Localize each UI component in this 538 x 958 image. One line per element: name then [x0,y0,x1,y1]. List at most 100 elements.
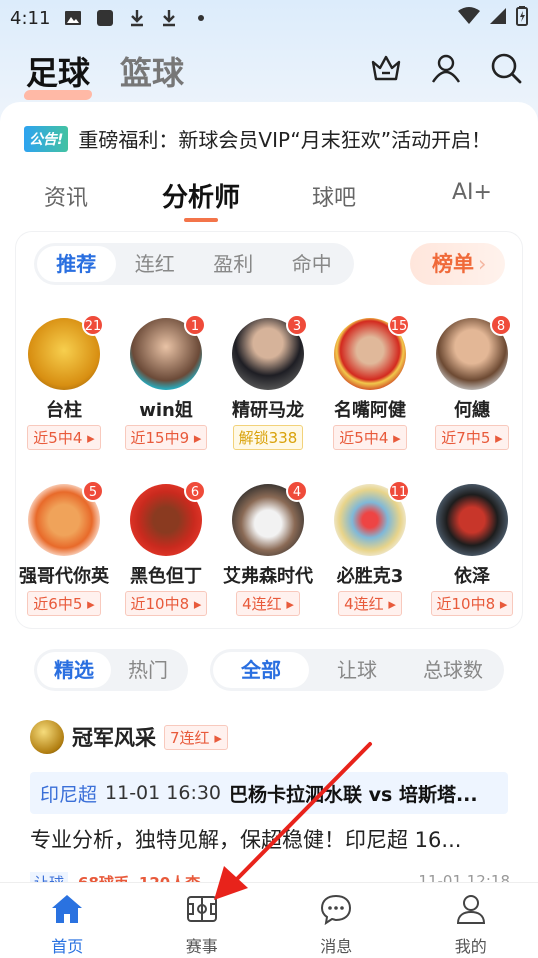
analyst-name: 台柱 [46,400,82,421]
post-count-badge: 1 [184,314,206,336]
analyst-card[interactable]: 依泽 近10中8 ▸ [422,484,522,616]
match-teams: 巴杨卡拉泗水联 vs 培斯塔... [229,783,478,806]
feed-filter-left: 精选 热门 [34,649,188,691]
analyst-name: 黑色但丁 [130,566,202,587]
home-icon [50,893,84,929]
user-icon[interactable] [428,50,464,86]
tab-matches[interactable]: 赛事 [135,883,270,958]
post-count-badge: 4 [286,480,308,502]
analyst-card[interactable]: 6 黑色但丁 近10中8 ▸ [116,480,216,616]
tab-label: 消息 [320,937,353,956]
avatar: 4 [232,480,308,556]
analyst-card[interactable]: 3 精研马龙 解锁338 [218,314,318,450]
analyst-name: 名嘴阿健 [334,400,406,421]
record-tag: 近10中8 ▸ [124,591,208,616]
chevron-right-icon: › [478,252,487,276]
download-icon [160,9,178,27]
post-match-info[interactable]: 印尼超 11-01 16:30 巴杨卡拉泗水联 vs 培斯塔... [30,772,508,814]
tab-analyst[interactable]: 分析师 [162,177,240,214]
analyst-name: 强哥代你英 [19,566,109,587]
analyst-name: 艾弗森时代 [223,566,313,587]
notice-bar[interactable]: 公告! 重磅福利：新球会员VIP“月末狂欢”活动开启！ [24,124,491,153]
header-actions [368,50,524,86]
tab-ai[interactable]: AI+ [452,180,492,205]
analyst-name: 精研马龙 [232,400,304,421]
avatar: 3 [232,314,308,390]
battery-icon [516,5,528,31]
unlock-tag: 解锁338 [232,425,304,450]
search-icon[interactable] [488,50,524,86]
analyst-card[interactable]: 21 台柱 近5中4 ▸ [14,314,114,450]
tab-label: 赛事 [185,937,218,956]
avatar: 8 [436,314,512,390]
filter-profit[interactable]: 盈利 [194,246,273,282]
filter-all[interactable]: 全部 [213,652,309,688]
analyst-card[interactable]: 1 win姐 近15中9 ▸ [116,314,216,450]
post-count-badge: 6 [184,480,206,502]
avatar [30,720,64,754]
analyst-card[interactable]: 5 强哥代你英 近6中5 ▸ [14,480,114,616]
tab-messages[interactable]: 消息 [269,883,404,958]
post-count-badge: 21 [82,314,104,336]
analyst-card[interactable]: 4 艾弗森时代 4连红 ▸ [218,480,318,616]
tab-football[interactable]: 足球 [26,48,90,94]
notice-text: 重磅福利：新球会员VIP“月末狂欢”活动开启！ [78,128,492,152]
tab-basketball[interactable]: 篮球 [120,48,184,94]
analyst-filter: 推荐 连红 盈利 命中 [34,243,354,285]
notice-badge: 公告! [24,125,69,152]
post-count-badge: 11 [388,480,410,502]
filter-total-goals[interactable]: 总球数 [405,652,501,688]
avatar: 15 [334,314,410,390]
tab-home[interactable]: 首页 [0,883,135,958]
rank-button[interactable]: 榜单 › [410,243,505,285]
filter-featured[interactable]: 精选 [37,652,111,688]
pitch-icon [185,893,219,929]
filter-handicap[interactable]: 让球 [309,652,405,688]
record-tag: 近15中9 ▸ [124,425,208,450]
tab-forum[interactable]: 球吧 [312,180,356,212]
avatar [436,484,508,556]
tab-label: 首页 [51,937,84,956]
signal-icon [488,7,508,30]
avatar: 5 [28,480,104,556]
league-name: 印尼超 [40,783,98,806]
crown-icon[interactable] [368,50,404,86]
analyst-name: win姐 [139,400,193,421]
post-count-badge: 8 [490,314,512,336]
avatar: 6 [130,480,206,556]
analyst-card[interactable]: 11 必胜克3 4连红 ▸ [320,480,420,616]
filter-hot[interactable]: 热门 [111,652,185,688]
record-tag: 近6中5 ▸ [27,591,101,616]
status-time: 4:11 [10,7,51,29]
analyst-card[interactable]: 8 何繐 近7中5 ▸ [422,314,522,450]
filter-recommend[interactable]: 推荐 [37,246,116,282]
dot-icon [192,9,210,27]
feed-filter-right: 全部 让球 总球数 [210,649,504,691]
bottom-tab-bar: 首页 赛事 消息 我的 [0,882,538,958]
post-count-badge: 3 [286,314,308,336]
avatar: 21 [28,314,104,390]
streak-tag: 7连红 ▸ [164,724,228,750]
record-tag: 4连红 ▸ [338,591,402,616]
avatar: 1 [130,314,206,390]
post-count-badge: 15 [388,314,410,336]
download-icon [128,9,146,27]
content-tabs: 资讯 分析师 球吧 AI+ [0,174,538,224]
analyst-name: 何繐 [454,400,490,421]
post-count-badge: 5 [82,480,104,502]
analyst-name: 依泽 [454,566,490,587]
tab-mine[interactable]: 我的 [404,883,538,958]
record-tag: 4连红 ▸ [236,591,300,616]
active-tab-indicator [184,218,218,222]
rank-label: 榜单 [432,252,474,276]
record-tag: 近5中4 ▸ [27,425,101,450]
tab-news[interactable]: 资讯 [44,180,88,212]
post-author[interactable]: 冠军风采 7连红 ▸ [30,720,228,754]
post-text[interactable]: 专业分析，独特见解，保超稳健！印尼超 16... [30,824,510,854]
filter-hit[interactable]: 命中 [273,246,352,282]
wifi-icon [458,6,480,30]
analyst-card[interactable]: 15 名嘴阿健 近5中4 ▸ [320,314,420,450]
profile-icon [454,893,488,929]
filter-streak[interactable]: 连红 [116,246,195,282]
chat-icon [319,893,353,929]
